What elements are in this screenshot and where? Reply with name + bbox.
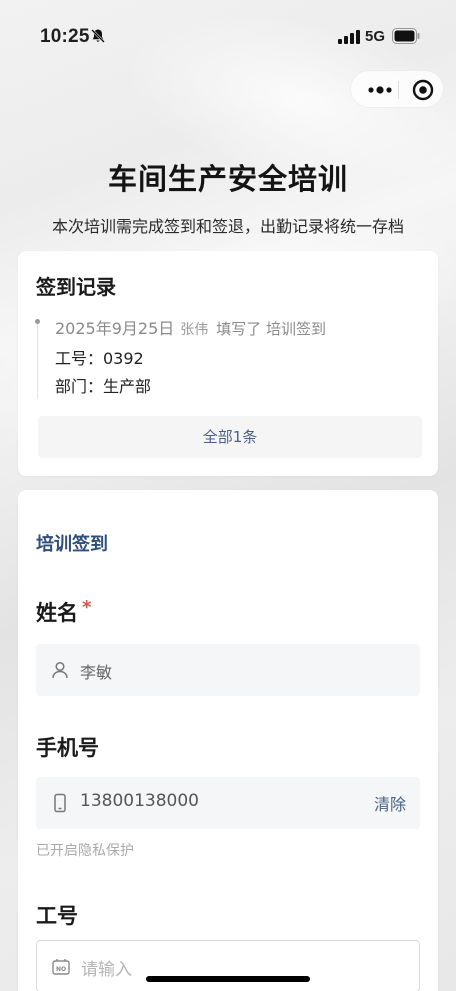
page-title: 车间生产安全培训 — [107, 162, 348, 196]
battery-icon — [392, 28, 420, 44]
checkin-form-card: 培训签到 姓名 * 李敏 手机号 13800138000 清除 已开启隐私保护 工… — [18, 490, 438, 991]
status-time: 10:25 — [40, 26, 90, 47]
record-card-title: 签到记录 — [36, 275, 116, 299]
employee-id-input[interactable]: NO 请输入 — [36, 940, 420, 991]
employee-id-placeholder: 请输入 — [81, 960, 132, 980]
name-label-text: 姓名 — [36, 601, 78, 625]
name-value: 李敏 — [80, 663, 113, 682]
home-indicator — [146, 976, 310, 982]
person-icon — [52, 661, 68, 679]
mini-program-capsule — [350, 70, 444, 108]
signal-icon — [338, 30, 360, 44]
phone-value: 13800138000 — [80, 791, 199, 811]
timeline-line — [37, 319, 38, 399]
target-icon[interactable] — [403, 71, 443, 109]
timeline-dot — [35, 319, 40, 324]
view-all-records-button[interactable]: 全部1条 — [38, 416, 422, 458]
phone-input[interactable]: 13800138000 清除 — [36, 777, 420, 829]
form-section-title: 培训签到 — [36, 534, 108, 555]
record-department: 部门：生产部 — [55, 377, 152, 396]
id-card-icon: NO — [52, 959, 70, 975]
required-mark: * — [82, 597, 92, 618]
clear-phone-button[interactable]: 清除 — [374, 791, 406, 815]
record-employee-id: 工号：0392 — [55, 349, 144, 368]
phone-icon — [54, 793, 66, 813]
network-label: 5G — [365, 28, 386, 45]
record-meta: 2025年9月25日 张伟 填写了 培训签到 — [55, 315, 326, 339]
employee-id-label: 工号 — [36, 904, 78, 928]
name-label: 姓名 * — [36, 597, 91, 627]
status-bar: 10:25 5G — [0, 0, 456, 70]
page-subtitle: 本次培训需完成签到和签退，出勤记录将统一存档 — [51, 217, 404, 236]
checkin-record-card: 签到记录 2025年9月25日 张伟 填写了 培训签到 工号：0392 部门：生产部… — [18, 251, 438, 476]
record-action: 填写了 培训签到 — [216, 320, 327, 338]
record-date: 2025年9月25日 — [55, 319, 175, 338]
record-user: 张伟 — [180, 322, 209, 338]
privacy-hint: 已开启隐私保护 — [36, 843, 134, 859]
name-input[interactable]: 李敏 — [36, 644, 420, 696]
svg-text:NO: NO — [56, 966, 66, 973]
bell-off-icon — [91, 29, 105, 43]
phone-label: 手机号 — [36, 736, 99, 760]
capsule-divider — [398, 81, 399, 99]
more-icon[interactable] — [363, 71, 397, 109]
